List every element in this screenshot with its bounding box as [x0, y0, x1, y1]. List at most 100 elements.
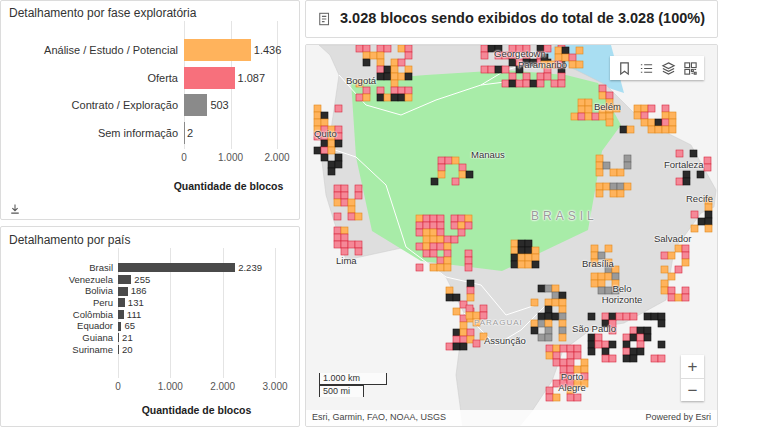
- bar-row[interactable]: 20: [118, 344, 275, 356]
- category-label: Colômbia: [9, 309, 113, 321]
- map-view[interactable]: GeorgetownParamariboBogotáQuitoManausBel…: [305, 44, 718, 427]
- bar-row[interactable]: 2.239: [118, 262, 275, 274]
- summary-header: 3.028 blocos sendo exibidos do total de …: [305, 0, 718, 38]
- bar-color: [184, 122, 185, 144]
- city-label: Belo Horizonte: [596, 283, 648, 305]
- category-label: Bolivia: [9, 285, 113, 297]
- tick-label: 2.000: [210, 380, 235, 394]
- country-label: BRASIL: [531, 211, 598, 222]
- tick-label: 1.000: [158, 380, 183, 394]
- powered-by-link[interactable]: Powered by Esri: [645, 411, 711, 425]
- bar-row[interactable]: 131: [118, 297, 275, 309]
- zoom-in-button[interactable]: +: [681, 355, 704, 378]
- tick-label: 0: [181, 151, 187, 165]
- bar-value: 2.239: [238, 262, 262, 274]
- bar-color: [184, 94, 207, 116]
- bar-value: 2: [187, 122, 193, 144]
- bar[interactable]: [118, 287, 128, 296]
- city-label: Manaus: [471, 149, 505, 160]
- bar[interactable]: [184, 39, 251, 61]
- category-label: Peru: [9, 297, 113, 309]
- city-label: Bogotá: [346, 75, 376, 86]
- bar-row[interactable]: 186: [118, 285, 275, 297]
- bar[interactable]: [118, 310, 124, 319]
- bar[interactable]: [118, 298, 125, 307]
- download-icon[interactable]: [9, 203, 21, 215]
- city-label: Recife: [686, 193, 713, 204]
- bar-value: 255: [134, 274, 150, 286]
- city-label: Salvador: [654, 233, 692, 244]
- bar-value: 21: [122, 332, 133, 344]
- bar-color: [118, 322, 121, 331]
- bar-list: 2.239 255186131111652120: [118, 262, 275, 378]
- bar-color: [118, 287, 128, 296]
- bar-row[interactable]: 503: [184, 94, 277, 116]
- scale-metric: 1.000 km: [319, 373, 387, 385]
- city-label: Paramaribo: [518, 59, 567, 70]
- bar-color: [118, 310, 124, 319]
- country-label: PARAGUAI: [474, 317, 523, 328]
- category-labels: BrasilVenezuelaBoliviaPeruColômbiaEquado…: [9, 262, 113, 378]
- basemap-gallery-icon[interactable]: [682, 60, 698, 76]
- bar[interactable]: [118, 333, 119, 342]
- bar[interactable]: [118, 322, 121, 331]
- tick-label: 3.000: [262, 380, 287, 394]
- bar[interactable]: [184, 94, 207, 116]
- tick-area: 01.0002.000: [184, 151, 277, 165]
- bar-value: 65: [124, 320, 135, 332]
- summary-text: 3.028 blocos sendo exibidos do total de …: [340, 8, 705, 30]
- attribution-text: Esri, Garmin, FAO, NOAA, USGS: [312, 411, 446, 425]
- scale-bar: 1.000 km500 mi: [319, 373, 387, 397]
- chart-title: Detalhamento por fase exploratória: [9, 5, 291, 21]
- bar-row[interactable]: 21: [118, 332, 275, 344]
- plot-area: 1.436 1.087 503 2: [184, 21, 277, 149]
- scale-imperial: 500 mi: [319, 385, 364, 397]
- bar-value: 503: [210, 94, 228, 116]
- category-label: Sem informação: [9, 122, 178, 144]
- bar-value: 131: [128, 297, 144, 309]
- bar-value: 20: [122, 344, 133, 356]
- country-chart-card: Detalhamento por paísBrasilVenezuelaBoli…: [0, 226, 300, 427]
- category-label: Equador: [9, 320, 113, 332]
- bookmark-icon[interactable]: [616, 60, 632, 76]
- bar-chart: Análise / Estudo / Potencial Oferta Contra…: [9, 21, 291, 149]
- bar-value: 111: [127, 309, 141, 321]
- bar-row[interactable]: 255: [118, 274, 275, 286]
- city-label: Fortaleza: [664, 159, 704, 170]
- city-label: Belém: [594, 101, 621, 112]
- city-label: Georgetown: [494, 48, 546, 59]
- category-label: Contrato / Exploração: [9, 94, 178, 116]
- axis-title: Quantidade de blocos: [182, 179, 275, 193]
- bar[interactable]: [184, 67, 235, 89]
- zoom-out-button[interactable]: −: [681, 378, 704, 401]
- category-label: Suriname: [9, 344, 113, 356]
- bar-row[interactable]: 65: [118, 320, 275, 332]
- bar[interactable]: [118, 275, 131, 284]
- bar-color: [184, 39, 251, 61]
- bar-list: 1.436 1.087 503 2: [184, 39, 277, 149]
- chart-column: Detalhamento por fase exploratóriaAnális…: [0, 0, 300, 427]
- category-label: Análise / Estudo / Potencial: [9, 39, 178, 61]
- city-label: Brasília: [582, 258, 614, 269]
- category-label: Oferta: [9, 67, 178, 89]
- dashboard: Detalhamento por fase exploratóriaAnális…: [0, 0, 718, 427]
- bar-color: [118, 345, 119, 354]
- category-label: Guiana: [9, 332, 113, 344]
- list-icon[interactable]: [638, 60, 654, 76]
- bar[interactable]: [118, 263, 235, 272]
- bar-value: 1.436: [254, 39, 282, 61]
- city-label: Porto Alegre: [546, 371, 598, 393]
- phase-chart-card: Detalhamento por fase exploratóriaAnális…: [0, 0, 300, 220]
- zoom-control: +−: [681, 355, 704, 401]
- bar[interactable]: [118, 345, 119, 354]
- layers-icon[interactable]: [660, 60, 676, 76]
- bar-row[interactable]: 1.436: [184, 39, 277, 61]
- category-label: Venezuela: [9, 274, 113, 286]
- bar-value: 186: [131, 285, 147, 297]
- category-label: Brasil: [9, 262, 113, 274]
- bar-row[interactable]: 111: [118, 309, 275, 321]
- city-label: Lima: [336, 255, 357, 266]
- bar[interactable]: [184, 122, 185, 144]
- bar-row[interactable]: 2: [184, 122, 277, 144]
- bar-row[interactable]: 1.087: [184, 67, 277, 89]
